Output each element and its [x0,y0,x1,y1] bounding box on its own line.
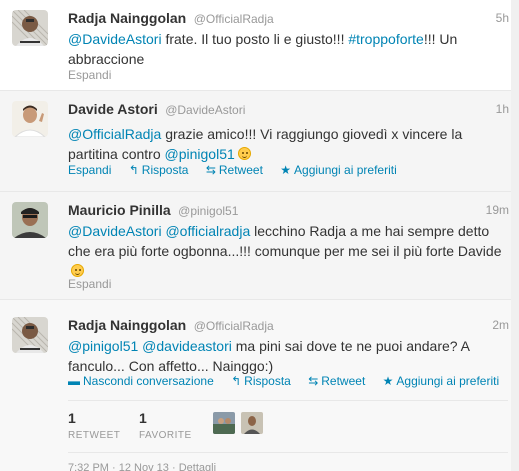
mention-link[interactable]: @davideastori [142,338,232,354]
author-handle[interactable]: @OfficialRadja [194,12,274,26]
retweet-button[interactable]: ⇆ Retweet [206,163,263,177]
tweet-actions: Espandi [68,68,125,84]
tweet-expanded[interactable]: Radja Nainggolan @OfficialRadja 2m @pini… [0,300,519,471]
hide-conversation-icon: ▬ [68,374,80,388]
tweet-actions: ▬ Nascondi conversazione ↰ Risposta ⇆ Retwe… [68,374,513,390]
reply-button[interactable]: ↰ Risposta [129,163,189,177]
favorite-stat[interactable]: 1 FAVORITE [139,410,192,441]
reply-button[interactable]: ↰ Risposta [231,374,291,388]
mention-link[interactable]: @pinigol51 [68,338,138,354]
retweeter-avatar[interactable] [213,412,235,434]
favorite-stat-label: FAVORITE [139,430,192,441]
retweet-icon: ⇆ [308,374,319,388]
smiley-emoji-icon [71,264,84,277]
reply-icon: ↰ [231,374,242,388]
tweet-text: @OfficialRadja grazie amico!!! Vi raggiu… [68,124,508,164]
author-name[interactable]: Radja Nainggolan [68,10,186,26]
tweet-header: Radja Nainggolan @OfficialRadja 2m [68,317,509,335]
favorite-count: 1 [139,410,147,426]
expand-link[interactable]: Espandi [68,163,111,177]
tweet-text: @DavideAstori frate. Il tuo posto li e g… [68,29,508,69]
favoriter-avatar[interactable] [241,412,263,434]
mention-link[interactable]: @DavideAstori [68,223,162,239]
author-name[interactable]: Radja Nainggolan [68,317,186,333]
favorite-button[interactable]: ★ Aggiungi ai preferiti [280,163,397,177]
mention-link[interactable]: @DavideAstori [68,31,162,47]
mention-link[interactable]: @officialradja [165,223,250,239]
favorite-label: Aggiungi ai preferiti [396,374,500,388]
author-name[interactable]: Davide Astori [68,101,158,117]
tweet-header: Mauricio Pinilla @pinigol51 19m [68,202,509,220]
tweet-date: 12 Nov 13 [118,462,169,471]
author-handle[interactable]: @DavideAstori [165,103,245,117]
tweet-actions: Espandi ↰ Risposta ⇆ Retweet ★ Aggiungi ai … [68,163,411,179]
retweet-label: Retweet [218,163,263,177]
retweet-icon: ⇆ [205,163,216,177]
timestamp[interactable]: 5h [496,11,509,25]
star-icon: ★ [280,163,292,177]
retweet-button[interactable]: ⇆ Retweet [308,374,365,388]
footer-separator: · [112,462,116,471]
scrollbar[interactable] [511,0,519,471]
divider [68,452,508,453]
text-segment: frate. Il tuo posto li e giusto!!! [161,31,349,47]
tweet[interactable]: Mauricio Pinilla @pinigol51 19m @DavideA… [0,192,519,300]
tweet-footer: 7:32 PM · 12 Nov 13 · Dettagli [68,462,216,471]
retweet-stat[interactable]: 1 RETWEET [68,410,120,441]
reply-label: Risposta [141,163,189,177]
reply-label: Risposta [244,374,291,388]
avatar[interactable] [12,101,48,137]
tweet-text: @DavideAstori @officialradja lecchino Ra… [68,221,508,281]
hide-conversation-label: Nascondi conversazione [83,374,214,388]
avatar[interactable] [12,10,48,46]
mention-link[interactable]: @OfficialRadja [68,126,161,142]
timestamp[interactable]: 1h [496,102,509,116]
expand-link[interactable]: Espandi [68,68,111,82]
timestamp[interactable]: 19m [486,203,509,217]
divider [68,400,508,401]
author-name[interactable]: Mauricio Pinilla [68,202,171,218]
smiley-emoji-icon [237,147,251,160]
tweet-timeline: Radja Nainggolan @OfficialRadja 5h @Davi… [0,0,519,471]
footer-separator: · [171,462,176,471]
tweet[interactable]: Davide Astori @DavideAstori 1h @Official… [0,91,519,192]
hide-conversation-button[interactable]: ▬ Nascondi conversazione [68,374,214,388]
expand-link[interactable]: Espandi [68,277,111,291]
avatar[interactable] [12,202,48,238]
tweet-header: Davide Astori @DavideAstori 1h [68,101,509,119]
favorite-button[interactable]: ★ Aggiungi ai preferiti [383,374,500,388]
reply-icon: ↰ [128,163,139,177]
tweet-text: @pinigol51 @davideastori ma pini sai dov… [68,336,508,376]
star-icon: ★ [382,374,394,388]
favorite-label: Aggiungi ai preferiti [294,163,397,177]
tweet[interactable]: Radja Nainggolan @OfficialRadja 5h @Davi… [0,0,519,91]
avatar[interactable] [12,317,48,353]
retweet-label: Retweet [321,374,366,388]
mention-link[interactable]: @pinigol51 [165,146,235,162]
author-handle[interactable]: @pinigol51 [178,204,238,218]
tweet-header: Radja Nainggolan @OfficialRadja 5h [68,10,509,28]
retweet-stat-label: RETWEET [68,430,121,441]
author-handle[interactable]: @OfficialRadja [194,319,274,333]
retweet-count: 1 [68,410,76,426]
tweet-time: 7:32 PM [68,462,109,471]
hashtag-link[interactable]: #troppoforte [348,31,424,47]
timestamp[interactable]: 2m [492,318,509,332]
details-link[interactable]: Dettagli [179,462,216,471]
tweet-actions: Espandi [68,277,125,293]
